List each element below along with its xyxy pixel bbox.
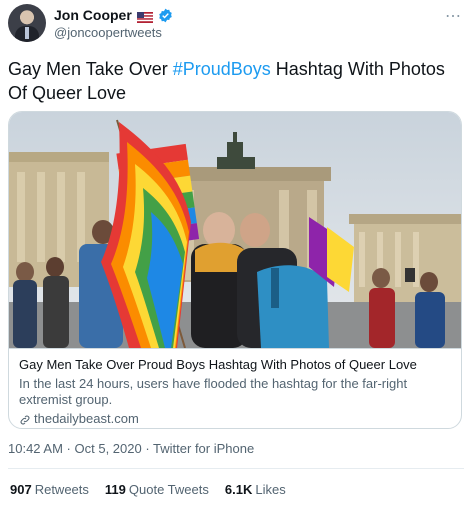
card-image[interactable] [9,112,461,348]
divider [8,468,464,469]
card-title[interactable]: Gay Men Take Over Proud Boys Hashtag Wit… [19,356,453,373]
card-domain-row: thedailybeast.com [19,410,453,427]
tweet-text: Gay Men Take Over #ProudBoys Hashtag Wit… [8,57,464,105]
name-row: Jon Cooper [54,7,173,23]
meta-separator: · [62,441,75,456]
tweet-text-part: Gay Men Take Over [8,59,173,79]
tweet-date[interactable]: Oct 5, 2020 [75,441,142,456]
card-description: In the last 24 hours, users have flooded… [19,376,408,407]
quote-tweets-label: Quote Tweets [128,482,209,497]
verified-badge-icon [158,8,173,23]
retweets-label: Retweets [34,482,89,497]
tweet-source[interactable]: Twitter for iPhone [153,441,254,456]
card-domain: thedailybeast.com [34,411,139,426]
us-flag-icon [136,10,153,23]
tweet-header: Jon Cooper @joncoopertweets ⋯ [8,4,464,44]
tweet-meta: 10:42 AM · Oct 5, 2020 · Twitter for iPh… [8,441,254,456]
avatar-tie [25,27,29,39]
handle[interactable]: @joncoopertweets [54,25,162,40]
tweet-stats: 907 Retweets 119 Quote Tweets 6.1K Likes [10,482,286,497]
meta-separator: · [141,441,154,456]
link-icon [19,413,31,425]
retweets-count: 907 [10,482,32,497]
quote-tweets-stat[interactable]: 119 Quote Tweets [105,482,209,497]
display-name[interactable]: Jon Cooper [54,7,132,23]
avatar[interactable] [8,4,46,42]
link-card[interactable]: Gay Men Take Over Proud Boys Hashtag Wit… [8,111,462,429]
likes-label: Likes [255,482,286,497]
tweet-time[interactable]: 10:42 AM [8,441,63,456]
quote-tweets-count: 119 [104,482,126,497]
hashtag-link[interactable]: #ProudBoys [173,59,271,79]
card-body[interactable]: Gay Men Take Over Proud Boys Hashtag Wit… [9,348,461,428]
retweets-stat[interactable]: 907 Retweets [10,482,89,497]
likes-stat[interactable]: 6.1K Likes [225,482,286,497]
likes-count: 6.1K [224,482,253,497]
more-options-icon[interactable]: ⋯ [445,6,462,26]
